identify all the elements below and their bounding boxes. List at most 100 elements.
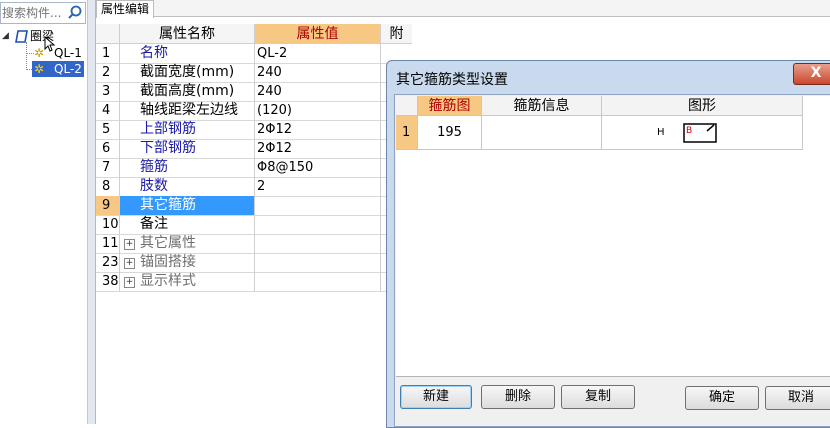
property-extra-header: 附	[381, 24, 412, 44]
property-row[interactable]: 6 下部钢筋 2Φ12	[96, 139, 412, 159]
close-icon: X	[810, 65, 822, 81]
property-row[interactable]: 10 备注	[96, 215, 412, 235]
property-row-number: 11	[96, 234, 120, 253]
property-value[interactable]: 240	[255, 63, 381, 82]
stirrup-diagram-cell[interactable]: 195	[418, 116, 482, 150]
property-name: 轴线距梁左边线	[120, 101, 255, 120]
column-header-shape[interactable]: 图形	[602, 96, 803, 116]
dialog-body: 箍筋图 箍筋信息 图形 1 195 H B 新建 删除 复制 确定 取消	[394, 94, 830, 427]
property-row[interactable]: 4 轴线距梁左边线 (120)	[96, 101, 412, 121]
property-name-label: 其它属性	[140, 235, 196, 251]
property-name-label: 轴线距梁左边线	[140, 102, 238, 118]
property-row[interactable]: 23 + 锚固搭接	[96, 253, 412, 273]
property-name: 截面高度(mm)	[120, 82, 255, 101]
property-value[interactable]	[255, 253, 381, 272]
copy-button[interactable]: 复制	[561, 385, 635, 409]
property-row[interactable]: 7 箍筋 Φ8@150	[96, 158, 412, 178]
property-name: 肢数	[120, 177, 255, 196]
beam-category-icon	[15, 30, 28, 43]
expand-icon[interactable]: +	[124, 239, 135, 250]
tab-property-editor[interactable]: 属性编辑	[96, 0, 154, 18]
property-row[interactable]: 38 + 显示样式	[96, 272, 412, 292]
property-row-number: 5	[96, 120, 120, 139]
property-row[interactable]: 3 截面高度(mm) 240	[96, 82, 412, 102]
property-name-label: 备注	[140, 216, 168, 232]
property-row[interactable]: 9 其它箍筋	[96, 196, 412, 216]
table-row-number: 1	[396, 116, 418, 150]
property-row-number: 4	[96, 101, 120, 120]
property-name: + 其它属性	[120, 234, 255, 253]
property-name-label: 截面宽度(mm)	[140, 64, 235, 80]
tree-item-ql-2[interactable]: ✲ QL-2	[32, 61, 84, 77]
search-box	[0, 2, 86, 24]
column-header-info[interactable]: 箍筋信息	[482, 96, 602, 116]
property-row-number: 38	[96, 272, 120, 291]
property-value[interactable]: (120)	[255, 101, 381, 120]
property-value[interactable]	[255, 234, 381, 253]
tree-item-label: QL-2	[54, 62, 82, 76]
property-name-label: 截面高度(mm)	[140, 83, 235, 99]
property-name: 截面宽度(mm)	[120, 63, 255, 82]
property-row-number: 2	[96, 63, 120, 82]
property-row[interactable]: 11 + 其它属性	[96, 234, 412, 254]
property-value[interactable]	[255, 196, 381, 215]
property-name-label: 上部钢筋	[140, 121, 196, 137]
property-name-label: 下部钢筋	[140, 140, 196, 156]
property-grid: 属性名称 属性值 附 1 名称 QL-2 2 截面宽度(mm) 240 3 截面高度(mm) 2…	[96, 24, 412, 424]
property-name: 下部钢筋	[120, 139, 255, 158]
property-row-number: 10	[96, 215, 120, 234]
row-number-header	[96, 24, 120, 44]
cancel-button[interactable]: 取消	[765, 386, 830, 410]
property-name-label: 显示样式	[140, 273, 196, 289]
property-row[interactable]: 1 名称 QL-2	[96, 44, 412, 64]
property-row-number: 8	[96, 177, 120, 196]
panel-splitter[interactable]	[88, 0, 96, 424]
expand-icon[interactable]: +	[124, 277, 135, 288]
property-name: 备注	[120, 215, 255, 234]
property-row-number: 7	[96, 158, 120, 177]
property-name: + 显示样式	[120, 272, 255, 291]
gear-icon: ✲	[34, 46, 45, 60]
property-value[interactable]: 2	[255, 177, 381, 196]
property-row[interactable]: 8 肢数 2	[96, 177, 412, 197]
component-tree-panel: ◢ 圈梁 ✲ QL-1 ✲ QL-2	[0, 0, 88, 424]
property-value[interactable]	[255, 215, 381, 234]
property-row-number: 3	[96, 82, 120, 101]
search-icon	[68, 5, 82, 19]
property-row-number: 9	[96, 196, 120, 215]
property-name: 名称	[120, 44, 255, 63]
property-row[interactable]: 2 截面宽度(mm) 240	[96, 63, 412, 83]
ok-button[interactable]: 确定	[685, 386, 759, 410]
property-row[interactable]: 5 上部钢筋 2Φ12	[96, 120, 412, 140]
stirrup-table: 箍筋图 箍筋信息 图形 1 195 H B	[396, 96, 830, 377]
collapse-arrow-icon[interactable]: ◢	[2, 28, 9, 44]
property-row-number: 1	[96, 44, 120, 63]
shape-label-b: B	[686, 126, 693, 136]
expand-icon[interactable]: +	[124, 258, 135, 269]
property-value[interactable]: 240	[255, 82, 381, 101]
property-name: 其它箍筋	[120, 196, 255, 215]
property-name-label: 名称	[140, 45, 168, 61]
shape-label-h: H	[657, 127, 665, 138]
stirrup-info-cell[interactable]	[482, 116, 602, 150]
property-value[interactable]: QL-2	[255, 44, 381, 63]
property-value-header: 属性值	[255, 24, 381, 44]
column-header-diagram[interactable]: 箍筋图	[418, 96, 482, 116]
gear-icon: ✲	[34, 62, 45, 76]
property-value[interactable]: 2Φ12	[255, 139, 381, 158]
property-value[interactable]: Φ8@150	[255, 158, 381, 177]
property-name: + 锚固搭接	[120, 253, 255, 272]
property-value[interactable]	[255, 272, 381, 291]
row-number-header	[396, 96, 418, 116]
dialog-title: 其它箍筋类型设置	[396, 72, 508, 88]
search-input[interactable]	[1, 3, 64, 23]
property-name-label: 其它箍筋	[140, 197, 196, 213]
tree-item-ql-1[interactable]: ✲ QL-1	[34, 45, 84, 61]
new-button[interactable]: 新建	[400, 385, 472, 409]
close-button[interactable]: X	[793, 63, 830, 85]
property-name-label: 箍筋	[140, 159, 168, 175]
stirrup-shape-cell[interactable]: H B	[602, 116, 803, 150]
property-value[interactable]: 2Φ12	[255, 120, 381, 139]
search-button[interactable]	[65, 3, 85, 23]
delete-button[interactable]: 删除	[481, 385, 555, 409]
